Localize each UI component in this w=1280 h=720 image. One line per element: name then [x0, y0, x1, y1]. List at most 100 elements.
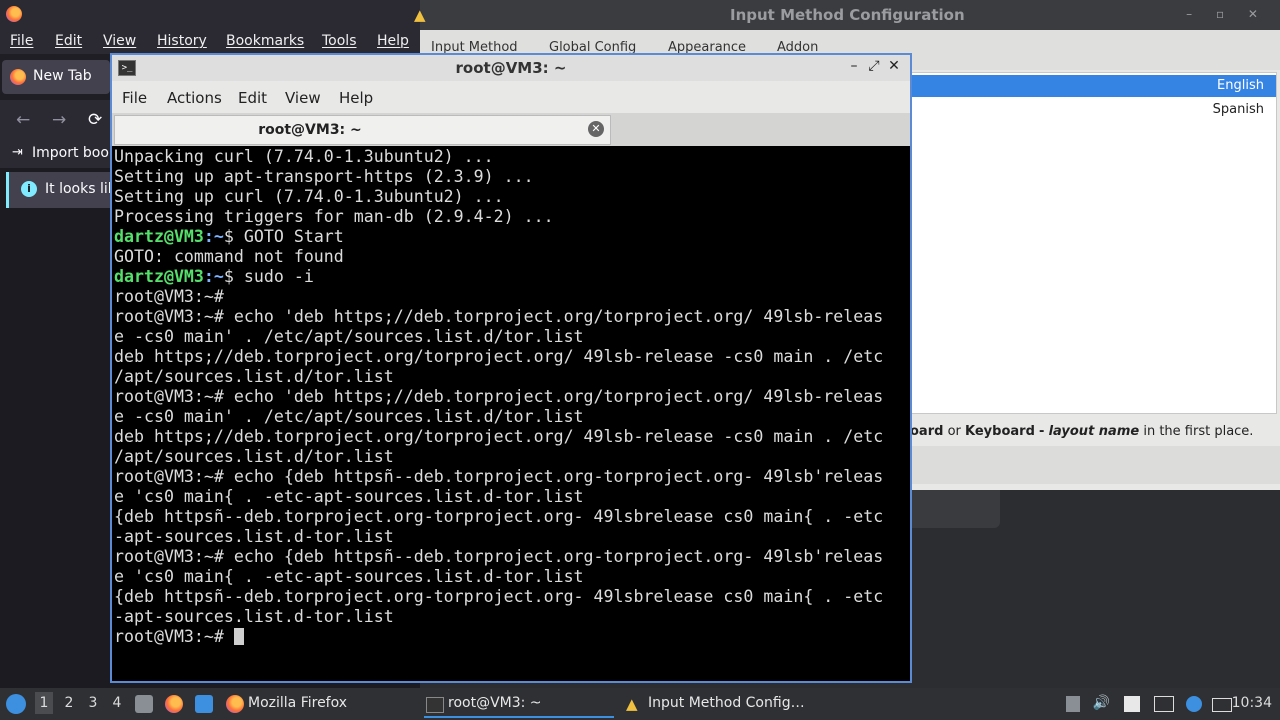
terminal-line: Setting up apt-transport-https (2.3.9) .… [114, 167, 534, 186]
term-menu-file[interactable]: File [122, 89, 147, 107]
terminal-line: Setting up curl (7.74.0-1.3ubuntu2) ... [114, 187, 504, 206]
imc-list-item-label: Spanish [1212, 102, 1264, 117]
terminal-menubar: File Actions Edit View Help [112, 81, 910, 113]
clock[interactable]: 10:34 [1232, 695, 1272, 711]
import-bookmarks-link[interactable]: Import book [32, 145, 117, 161]
command-text: $ sudo -i [223, 267, 314, 286]
firefox-logo-icon [6, 6, 22, 22]
imc-help-text: oard or Keyboard - layout name in the fi… [910, 424, 1253, 439]
imc-list-item-spanish[interactable]: Spanish [911, 99, 1276, 121]
firefox-titlebar [0, 0, 420, 30]
prompt-path: :~ [203, 267, 224, 286]
info-icon: i [21, 181, 37, 197]
taskbar: 1 2 3 4 Mozilla Firefox root@VM3: ~ ▲ In… [0, 688, 1280, 720]
workspace-2[interactable]: 2 [60, 695, 78, 711]
firefox-task-icon [226, 695, 244, 713]
workspace-4[interactable]: 4 [108, 695, 126, 711]
ff-menu-tools[interactable]: Tools [322, 33, 357, 49]
clipboard-icon[interactable] [1124, 696, 1140, 712]
terminal-window: >_ root@VM3: ~ – ⤢ ✕ File Actions Edit Vie… [110, 53, 912, 683]
imc-window-controls[interactable]: – ▫ ✕ [1186, 7, 1268, 21]
terminal-window-controls: – ⤢ ✕ [844, 58, 904, 74]
task-firefox[interactable]: Mozilla Firefox [224, 692, 414, 716]
terminal-line: root@VM3:~# [114, 627, 908, 647]
forward-arrow-icon[interactable]: → [52, 110, 66, 130]
ff-menu-history[interactable]: History [157, 33, 207, 49]
help-layout-name: layout name [1048, 424, 1140, 439]
terminal-line: Processing triggers for man-db (2.9.4-2)… [114, 207, 554, 226]
terminal-line: {deb httpsñ--deb.torproject.org-torproje… [114, 587, 884, 606]
terminal-line: root@VM3:~# echo 'deb https;//deb.torpro… [114, 307, 884, 326]
workspace-3[interactable]: 3 [84, 695, 102, 711]
task-label: Mozilla Firefox [248, 695, 348, 711]
reload-icon[interactable]: ⟳ [88, 110, 102, 130]
workspace-1[interactable]: 1 [35, 692, 53, 714]
ff-menu-bookmarks[interactable]: Bookmarks [226, 33, 304, 49]
terminal-line: e 'cs0 main{ . -etc-apt-sources.list.d-t… [114, 487, 584, 506]
terminal-line: deb https;//deb.torproject.org/torprojec… [114, 347, 884, 366]
terminal-line: -apt-sources.list.d-tor.list [114, 527, 394, 546]
tab-close-icon[interactable]: ✕ [588, 121, 604, 137]
terminal-line: /apt/sources.list.d/tor.list [114, 447, 394, 466]
ff-menu-view[interactable]: View [103, 33, 136, 49]
close-icon[interactable]: ✕ [884, 58, 904, 74]
start-menu-icon[interactable] [6, 694, 26, 714]
terminal-line: e -cs0 main' . /etc/apt/sources.list.d/t… [114, 327, 584, 346]
help-dash: - [1039, 424, 1045, 439]
term-menu-actions[interactable]: Actions [167, 89, 222, 107]
terminal-line: -apt-sources.list.d-tor.list [114, 607, 394, 626]
prompt-path: :~ [203, 227, 224, 246]
imc-list-item-english[interactable]: English [911, 75, 1276, 97]
notification-text: It looks lik [45, 181, 116, 197]
terminal-line: dartz@VM3:~$ sudo -i [114, 267, 908, 287]
maximize-icon[interactable]: ⤢ [864, 58, 884, 74]
tux-icon: ▲ [414, 6, 426, 24]
import-icon: ⇥ [12, 145, 23, 160]
help-or-text: or [947, 424, 961, 439]
help-keyboard-text: oard [910, 424, 944, 439]
firefox-launcher-icon[interactable] [165, 695, 183, 713]
terminal-title: root@VM3: ~ [455, 59, 567, 77]
imc-list-item-label: English [1217, 78, 1264, 93]
imc-input-method-list: English Spanish [910, 72, 1277, 414]
terminal-task-icon [426, 697, 444, 713]
firefox-tab-new-tab[interactable]: New Tab [2, 60, 110, 94]
ff-menu-help[interactable]: Help [377, 33, 409, 49]
network-icon[interactable] [1154, 696, 1174, 712]
term-menu-edit[interactable]: Edit [238, 89, 267, 107]
show-desktop-icon[interactable] [195, 695, 213, 713]
terminal-line: {deb httpsñ--deb.torproject.org-torproje… [114, 507, 884, 526]
terminal-tabbar: root@VM3: ~ ✕ [112, 113, 910, 146]
task-input-method-config[interactable]: ▲ Input Method Config… [624, 692, 824, 716]
terminal-line: root@VM3:~# [114, 287, 224, 306]
terminal-line: GOTO: command not found [114, 247, 344, 266]
task-label: Input Method Config… [648, 695, 805, 711]
file-manager-icon[interactable] [135, 695, 153, 713]
task-terminal[interactable]: root@VM3: ~ [424, 692, 614, 718]
terminal-line: e 'cs0 main{ . -etc-apt-sources.list.d-t… [114, 567, 584, 586]
text-cursor [233, 628, 244, 645]
help-keyboard-bold: Keyboard [965, 424, 1035, 439]
updates-icon[interactable] [1186, 696, 1202, 712]
back-arrow-icon[interactable]: ← [16, 110, 30, 130]
terminal-line: root@VM3:~# echo {deb httpsñ--deb.torpro… [114, 467, 884, 486]
terminal-output[interactable]: Unpacking curl (7.74.0-1.3ubuntu2) ... Se… [114, 147, 908, 681]
terminal-line: root@VM3:~# echo 'deb https;//deb.torpro… [114, 387, 884, 406]
volume-icon[interactable]: 🔊 [1093, 695, 1110, 711]
prompt-user: dartz@VM3 [114, 227, 204, 246]
term-menu-help[interactable]: Help [339, 89, 373, 107]
terminal-tab-label: root@VM3: ~ [258, 122, 362, 138]
terminal-tab[interactable]: root@VM3: ~ ✕ [114, 115, 611, 145]
keyboard-icon[interactable] [1212, 698, 1232, 712]
imc-title: Input Method Configuration [730, 6, 965, 24]
ff-menu-file[interactable]: File [10, 33, 33, 49]
minimize-icon[interactable]: – [844, 58, 864, 74]
ff-menu-edit[interactable]: Edit [55, 33, 82, 49]
prompt-user: dartz@VM3 [114, 267, 204, 286]
terminal-titlebar: >_ root@VM3: ~ – ⤢ ✕ [112, 55, 910, 81]
firefox-tab-icon [10, 69, 26, 85]
tray-eject-icon[interactable] [1066, 696, 1080, 712]
terminal-line: dartz@VM3:~$ GOTO Start [114, 227, 908, 247]
terminal-line: Unpacking curl (7.74.0-1.3ubuntu2) ... [114, 147, 494, 166]
term-menu-view[interactable]: View [285, 89, 321, 107]
